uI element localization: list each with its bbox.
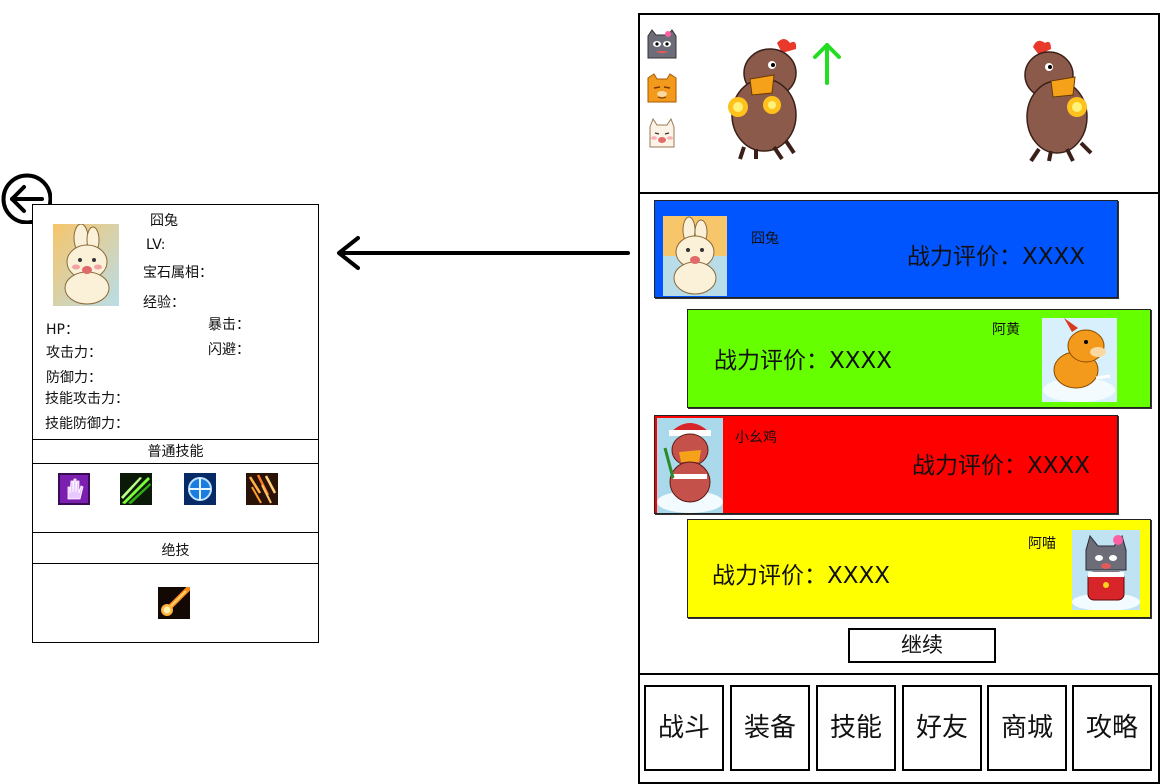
arrow-up-icon: [813, 43, 841, 85]
phone-screen: 囧兔 战力评价：XXXX 战力评价：XXXX 阿黄 小幺鸡 战力评价：XXXX …: [638, 13, 1160, 784]
skill-slot-4[interactable]: [246, 473, 278, 505]
divider: [33, 532, 318, 533]
chicken-fighter-icon: [1024, 40, 1093, 163]
battle-preview-area: [640, 15, 1158, 192]
gem-attribute-label: 宝石属相：: [143, 265, 213, 281]
stat-skill-defense: 技能防御力：: [45, 416, 129, 432]
exp-label: 经验：: [143, 295, 185, 311]
rabbit-avatar-icon: [663, 216, 727, 296]
team-card-4[interactable]: 战力评价：XXXX 阿喵: [687, 519, 1151, 618]
card-pet-name: 阿黄: [992, 322, 1020, 338]
stat-skill-attack: 技能攻击力：: [45, 391, 129, 407]
rabbit-portrait-icon: [53, 224, 119, 306]
stat-attack: 攻击力：: [46, 345, 102, 361]
nav-equipment-button[interactable]: 装备: [730, 685, 810, 771]
team-face-rabbit[interactable]: [645, 117, 679, 151]
divider: [33, 563, 318, 564]
rabbit-avatar: [663, 216, 727, 296]
dog-avatar-icon: [1042, 318, 1117, 402]
card-pet-name: 阿喵: [1028, 536, 1056, 552]
team-face-cat[interactable]: [645, 28, 679, 62]
nav-friends-button[interactable]: 好友: [902, 685, 982, 771]
chicken-avatar-icon: [657, 418, 723, 513]
team-card-3[interactable]: 小幺鸡 战力评价：XXXX: [654, 415, 1118, 514]
dog-avatar: [1042, 318, 1117, 402]
level-label: LV:: [146, 237, 166, 253]
white-rabbit-face-icon: [649, 117, 675, 148]
divider: [640, 192, 1158, 194]
continue-button[interactable]: 继续: [848, 628, 996, 663]
stat-hp: HP：: [46, 322, 79, 338]
skill-slot-1[interactable]: [58, 473, 90, 505]
fire-rain-icon: [246, 473, 278, 505]
nav-battle-button[interactable]: 战斗: [644, 685, 724, 771]
skill-slot-3[interactable]: [184, 473, 216, 505]
cat-avatar-icon: [1072, 530, 1140, 610]
level-up-arrow: [810, 41, 844, 85]
chicken-fighter-icon: [728, 39, 797, 161]
player-chicken-sprite: [722, 35, 812, 164]
arrow-left-icon: [337, 236, 630, 270]
divider: [33, 463, 318, 464]
team-card-1[interactable]: 囧兔 战力评价：XXXX: [654, 200, 1118, 298]
flow-arrow: [332, 230, 632, 276]
pet-detail-panel: 囧兔 LV: 宝石属相： 经验： HP： 攻击力： 防御力： 技能攻击力： 技能…: [32, 204, 319, 643]
skill-slot-2[interactable]: [120, 473, 152, 505]
purple-hand-icon: [58, 473, 90, 505]
nav-shop-button[interactable]: 商城: [987, 685, 1067, 771]
enemy-chicken-sprite: [1015, 37, 1105, 166]
stat-defense: 防御力：: [46, 370, 102, 386]
team-card-2[interactable]: 战力评价：XXXX 阿黄: [687, 309, 1151, 408]
nav-skills-button[interactable]: 技能: [816, 685, 896, 771]
ultimate-skill-slot[interactable]: [158, 587, 190, 619]
card-power-rating: 战力评价：XXXX: [907, 244, 1086, 270]
card-power-rating: 战力评价：XXXX: [714, 348, 893, 374]
card-power-rating: 战力评价：XXXX: [712, 563, 891, 589]
pet-portrait: [53, 224, 119, 306]
orange-dog-face-icon: [647, 73, 677, 103]
ultimate-title: 绝技: [161, 543, 190, 559]
meteor-icon: [158, 587, 190, 619]
chicken-avatar: [657, 418, 723, 513]
blue-target-icon: [184, 473, 216, 505]
stat-crit: 暴击：: [208, 317, 250, 333]
cat-avatar: [1072, 530, 1140, 610]
card-pet-name: 小幺鸡: [735, 430, 777, 446]
card-power-rating: 战力评价：XXXX: [912, 453, 1091, 479]
gray-cat-face-icon: [647, 29, 677, 59]
card-pet-name: 囧兔: [751, 231, 779, 247]
green-slash-icon: [120, 473, 152, 505]
normal-skills-title: 普通技能: [147, 444, 204, 460]
divider: [33, 439, 318, 440]
stat-dodge: 闪避：: [208, 342, 250, 358]
pet-name: 囧兔: [150, 213, 178, 229]
nav-guide-button[interactable]: 攻略: [1072, 685, 1152, 771]
divider: [640, 673, 1158, 675]
team-face-dog[interactable]: [645, 72, 679, 106]
